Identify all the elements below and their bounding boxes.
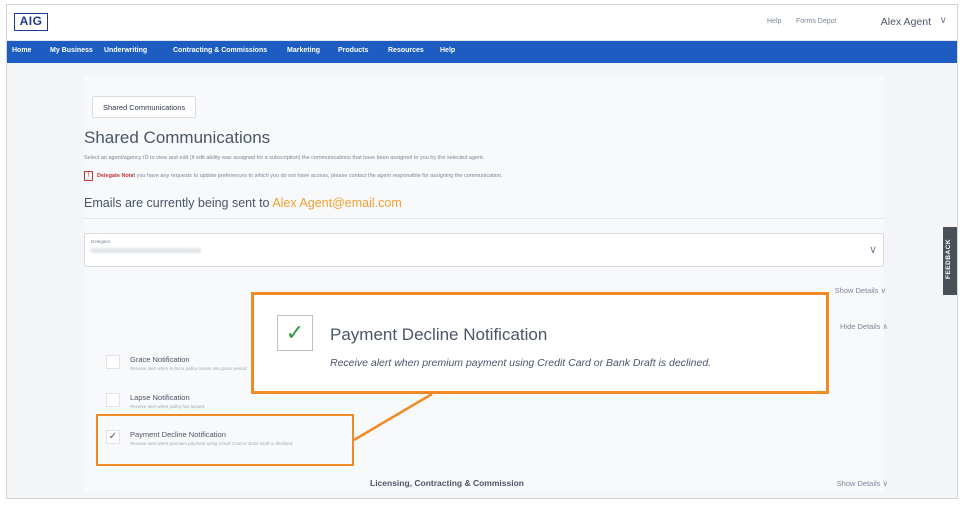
- divider: [84, 218, 884, 219]
- notification-title: Grace Notification: [130, 355, 190, 364]
- delegator-label: Delegator: [91, 239, 111, 244]
- chevron-down-icon[interactable]: ∨: [869, 243, 877, 256]
- notification-title: Lapse Notification: [130, 393, 190, 402]
- hide-details-toggle[interactable]: Hide Details ∧: [840, 322, 888, 331]
- notification-desc: Receive alert when policy has lapsed.: [130, 404, 206, 409]
- top-header: AIG Help Forms Depot Alex Agent ∨: [7, 5, 957, 41]
- user-menu-name[interactable]: Alex Agent: [881, 16, 931, 28]
- nav-products[interactable]: Products: [338, 47, 368, 54]
- check-icon: ✓: [277, 315, 313, 351]
- aig-logo[interactable]: AIG: [14, 13, 48, 31]
- forms-depot-link[interactable]: Forms Depot: [796, 18, 836, 25]
- page-title: Shared Communications: [84, 128, 271, 147]
- page-description: Select an agent/agency ID to view and ed…: [84, 155, 485, 161]
- nav-help[interactable]: Help: [440, 47, 455, 54]
- callout-zoom-panel: ✓ Payment Decline Notification Receive a…: [251, 292, 829, 394]
- nav-my-business[interactable]: My Business: [50, 47, 93, 54]
- feedback-tab[interactable]: FEEDBACK: [943, 227, 957, 295]
- show-details-toggle[interactable]: Show Details ∨: [835, 286, 886, 295]
- email-address: Alex Agent@email.com: [272, 196, 402, 210]
- grace-checkbox[interactable]: [106, 355, 120, 369]
- notification-desc: Receive alert when in force policy moves…: [130, 366, 248, 371]
- nav-resources[interactable]: Resources: [388, 47, 424, 54]
- lapse-checkbox[interactable]: [106, 393, 120, 407]
- delegate-note-label: Delegate Note:: [97, 173, 136, 179]
- show-details-toggle[interactable]: Show Details ∨: [837, 479, 888, 488]
- nav-underwriting[interactable]: Underwriting: [104, 47, 147, 54]
- highlight-box: [96, 414, 354, 466]
- chevron-down-icon[interactable]: ∨: [940, 15, 947, 26]
- feedback-label: FEEDBACK: [945, 238, 952, 279]
- delegate-note-icon: !: [84, 171, 93, 181]
- section-title-licensing[interactable]: Licensing, Contracting & Commission: [370, 478, 524, 488]
- callout-title: Payment Decline Notification: [330, 325, 548, 344]
- delegator-select[interactable]: Delegator ∨: [84, 233, 884, 267]
- emails-sent-to: Emails are currently being sent to Alex …: [84, 196, 402, 210]
- callout-description: Receive alert when premium payment using…: [330, 357, 712, 369]
- tab-shared-communications[interactable]: Shared Communications: [92, 96, 197, 118]
- nav-home[interactable]: Home: [12, 47, 31, 54]
- main-nav: Home My Business Underwriting Contractin…: [7, 41, 957, 63]
- delegator-value-blurred: [91, 248, 201, 253]
- delegate-note-text: If you have any requests to update prefe…: [132, 173, 503, 179]
- nav-marketing[interactable]: Marketing: [287, 47, 320, 54]
- emails-prefix: Emails are currently being sent to: [84, 196, 270, 210]
- nav-contracting-commissions[interactable]: Contracting & Commissions: [173, 47, 267, 54]
- help-link[interactable]: Help: [767, 18, 781, 25]
